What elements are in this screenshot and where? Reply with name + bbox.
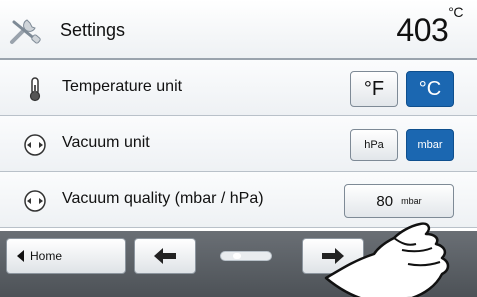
row-temperature-unit: Temperature unit °F °C bbox=[0, 60, 477, 116]
temperature-unit-label: Temperature unit bbox=[62, 78, 183, 95]
row-vacuum-unit: Vacuum unit hPa mbar bbox=[0, 116, 477, 172]
tools-icon bbox=[10, 19, 41, 44]
vacuum-unit-label: Vacuum unit bbox=[62, 134, 150, 151]
arrow-left-icon bbox=[154, 248, 176, 264]
vacuum-quality-unit: mbar bbox=[401, 196, 422, 206]
header-bar: Settings 403°C bbox=[0, 0, 477, 60]
mbar-button[interactable]: mbar bbox=[406, 129, 454, 161]
temperature-value: 403 bbox=[396, 12, 449, 48]
temperature-unit: °C bbox=[448, 4, 463, 21]
vacuum-quality-value: 80 bbox=[376, 192, 394, 210]
page-slider-knob bbox=[233, 253, 241, 259]
temperature-readout: 403°C bbox=[396, 4, 463, 49]
home-label: Home bbox=[30, 249, 63, 263]
hpa-button[interactable]: hPa bbox=[350, 129, 398, 161]
thermometer-icon bbox=[29, 77, 41, 102]
home-button[interactable]: Home bbox=[6, 238, 126, 274]
fahrenheit-button[interactable]: °F bbox=[350, 71, 398, 107]
back-button[interactable] bbox=[134, 238, 196, 274]
settings-screen: Settings 403°C Temperature unit °F °C Va… bbox=[0, 0, 477, 297]
page-title: Settings bbox=[60, 20, 126, 40]
page-slider-icon bbox=[220, 251, 272, 261]
vacuum-icon bbox=[24, 190, 46, 212]
celsius-button[interactable]: °C bbox=[406, 71, 454, 107]
pointing-hand-icon bbox=[324, 222, 450, 297]
home-triangle-icon bbox=[17, 250, 24, 262]
vacuum-quality-label: Vacuum quality (mbar / hPa) bbox=[62, 190, 264, 207]
vacuum-icon bbox=[24, 134, 46, 156]
